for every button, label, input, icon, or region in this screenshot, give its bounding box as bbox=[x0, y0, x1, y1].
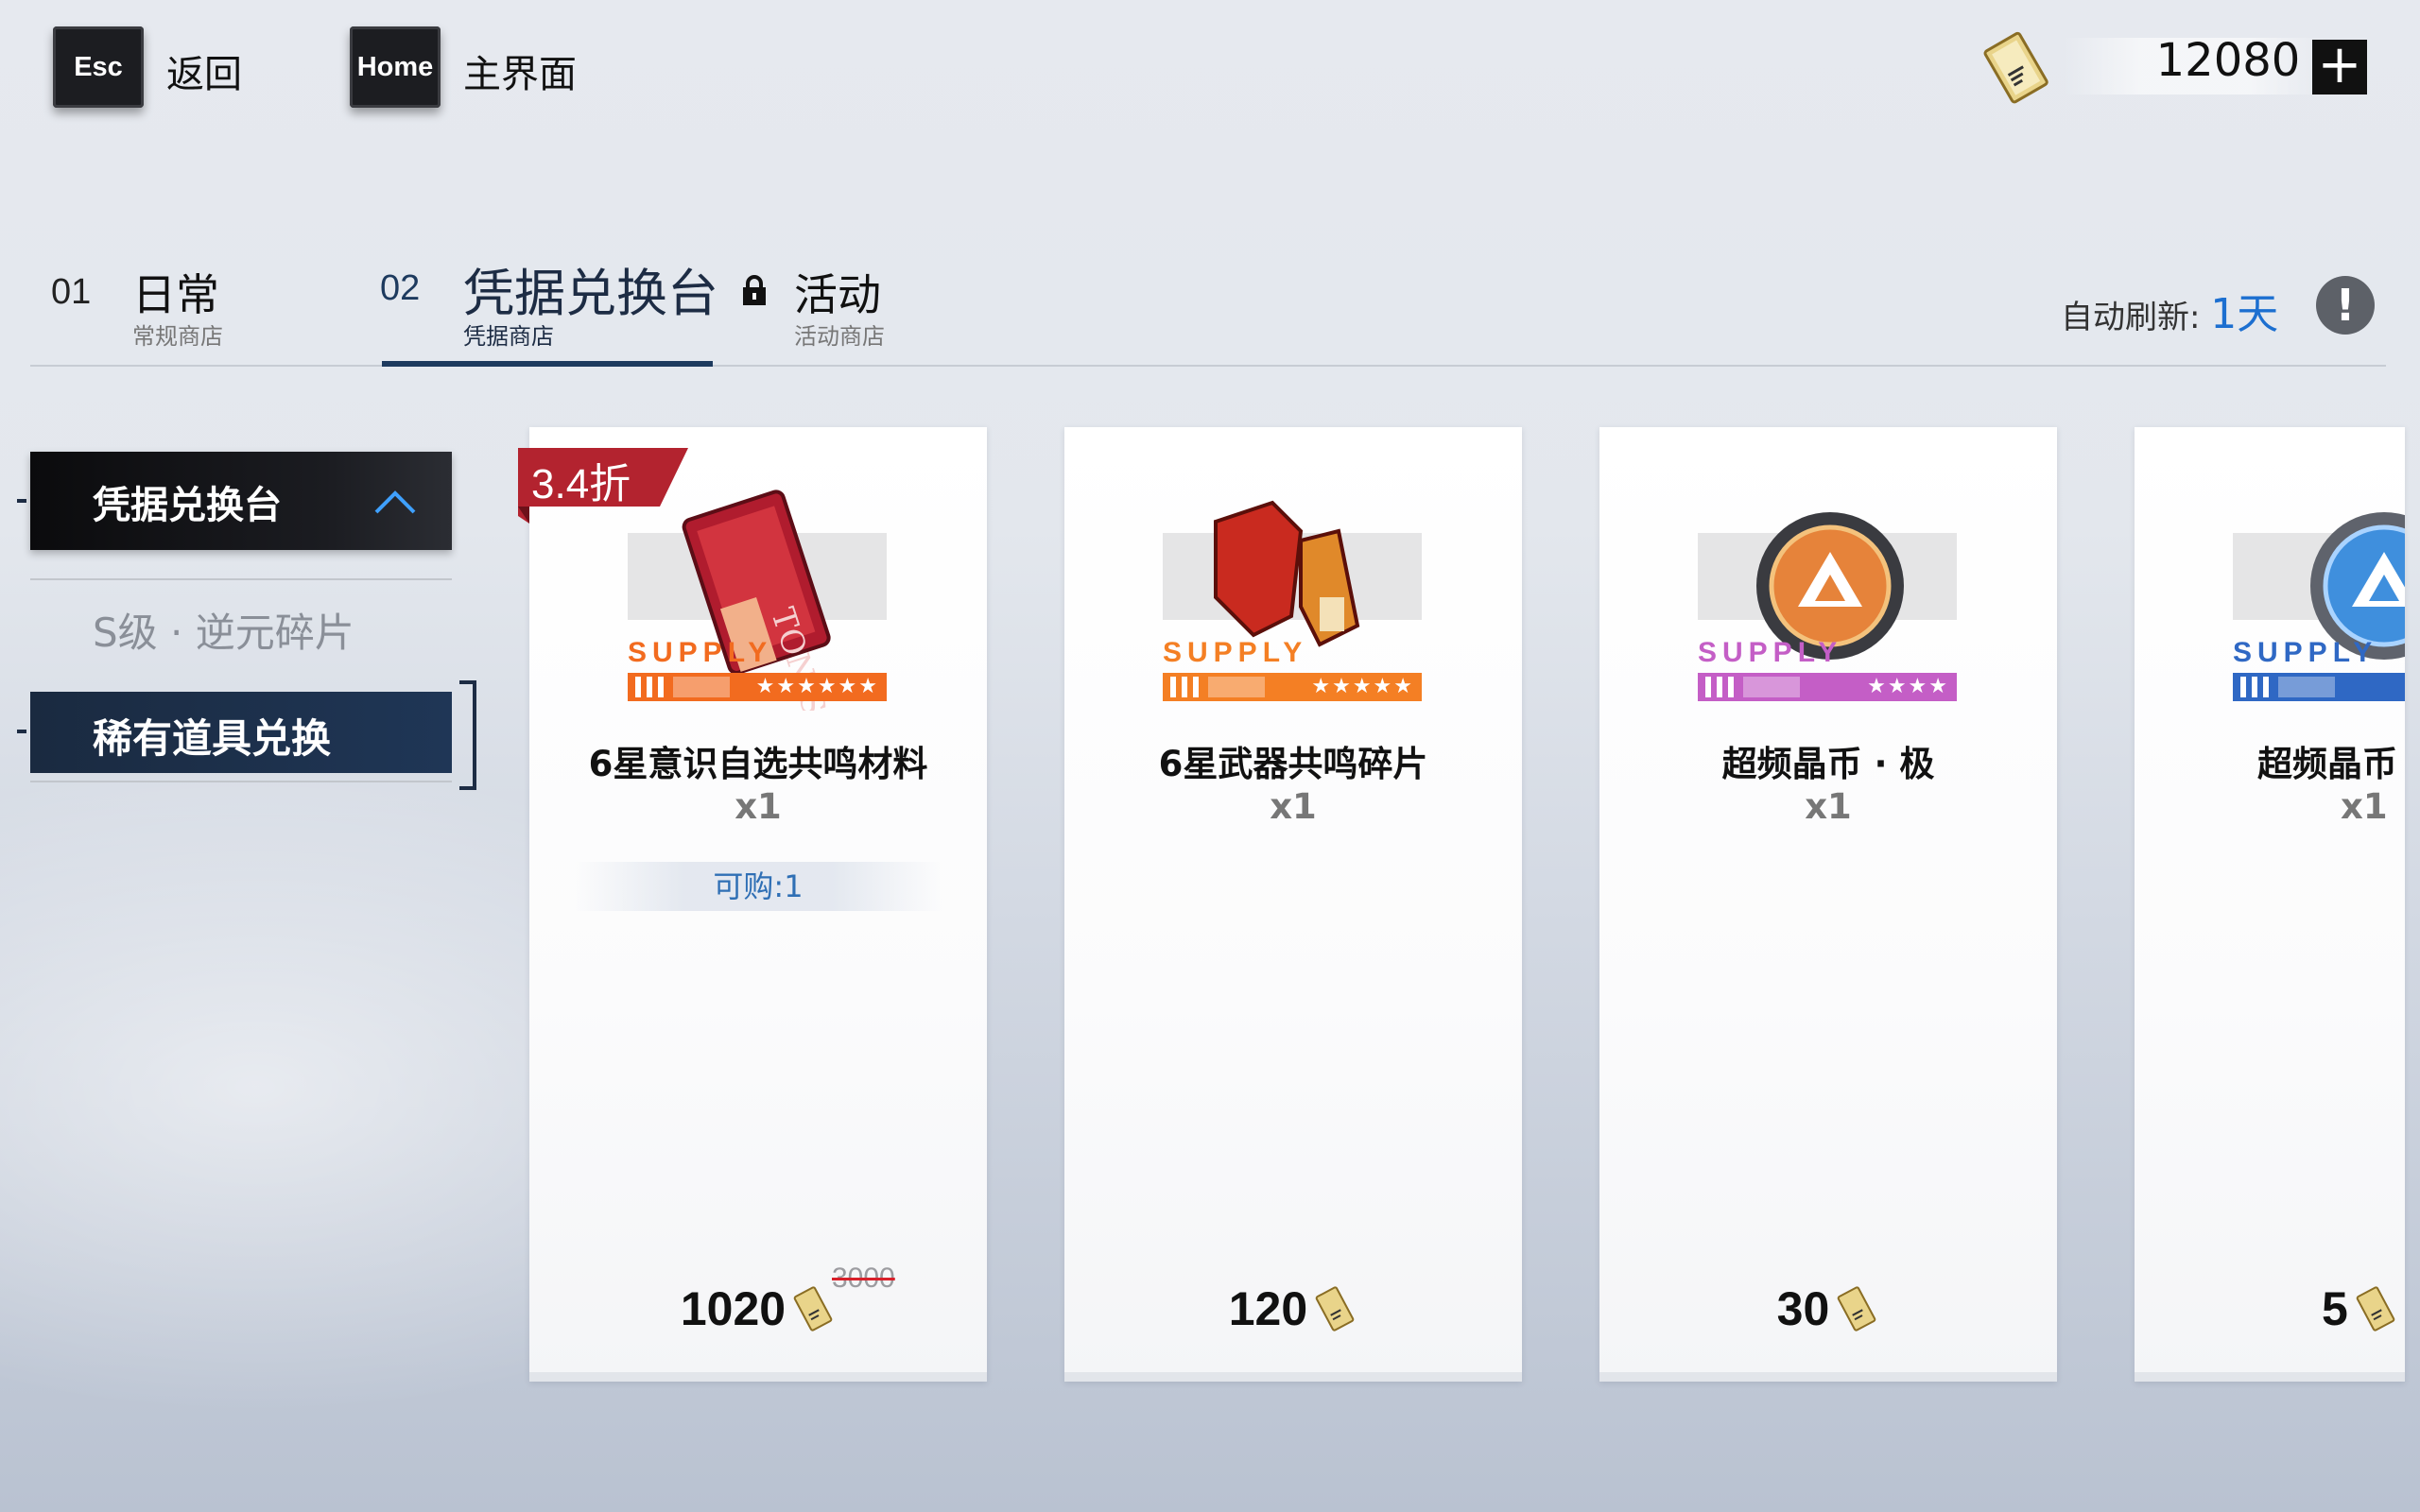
exclamation-icon[interactable]: ! bbox=[2316, 276, 2375, 335]
voucher-ticket-icon bbox=[1838, 1286, 1876, 1332]
tab-subtitle: 常规商店 bbox=[132, 323, 223, 350]
side-tick bbox=[17, 499, 26, 503]
price: 5 bbox=[2322, 1281, 2398, 1336]
supply-label: SUPPLY bbox=[628, 637, 773, 668]
sidebar-item-s-fragments[interactable]: S级 · 逆元碎片 bbox=[93, 601, 354, 659]
back-label[interactable]: 返回 bbox=[166, 43, 242, 98]
voucher-ticket-icon bbox=[1983, 31, 2048, 104]
rarity-bar: ★★★★★★ bbox=[628, 673, 887, 701]
esc-key-button[interactable]: Esc bbox=[53, 26, 144, 108]
item-name: 超频晶币 bbox=[2257, 744, 2397, 784]
active-tab-indicator bbox=[382, 361, 713, 367]
sidebar-group-label: 凭据兑换台 bbox=[93, 484, 282, 527]
stripe-pattern bbox=[2240, 677, 2335, 697]
price-value: 30 bbox=[1776, 1282, 1830, 1335]
product-card[interactable]: SUPPLY ★★★★ 超频晶币 · 极 x1 30 bbox=[1599, 427, 2057, 1382]
product-card[interactable]: TONISH SUPPLY ★★★★★★ 6星意识自选共鸣材料 x1 可购:1 … bbox=[529, 427, 987, 1382]
currency-value: 12080 bbox=[2155, 34, 2301, 87]
price: 30 bbox=[1599, 1281, 2057, 1336]
rarity-stars: ★★★★★★ bbox=[755, 675, 879, 698]
card-footer-strip bbox=[529, 1372, 987, 1382]
sidebar-divider bbox=[30, 578, 452, 580]
card-footer-strip bbox=[2135, 1372, 2405, 1382]
voucher-ticket-icon bbox=[1315, 1286, 1355, 1332]
currency-display: 12080 + bbox=[1978, 28, 2412, 104]
supply-label: SUPPLY bbox=[1163, 637, 1308, 668]
selection-bracket bbox=[459, 680, 476, 790]
refresh-value: 1天 bbox=[2210, 290, 2279, 338]
sidebar-item-rare-items[interactable]: 稀有道具兑换 bbox=[30, 692, 452, 773]
chevron-up-icon bbox=[374, 490, 416, 514]
tab-number: 02 bbox=[380, 268, 421, 308]
price-value: 5 bbox=[2322, 1282, 2348, 1335]
rarity-bar bbox=[2233, 673, 2405, 701]
tab-title: 活动 bbox=[794, 269, 881, 320]
stripe-pattern bbox=[1705, 677, 1800, 697]
item-quantity: x1 bbox=[1805, 786, 1852, 827]
item-name: 超频晶币 · 极 bbox=[1721, 744, 1935, 784]
rarity-bar: ★★★★ bbox=[1698, 673, 1957, 701]
sidebar-group-header[interactable]: 凭据兑换台 bbox=[30, 452, 452, 550]
tab-subtitle: 活动商店 bbox=[794, 323, 885, 350]
discount-label: 3.4折 bbox=[531, 461, 631, 507]
voucher-ticket-icon bbox=[793, 1286, 833, 1332]
lock-icon bbox=[743, 275, 766, 305]
item-quantity: x1 bbox=[2341, 786, 2388, 827]
refresh-label: 自动刷新: bbox=[2061, 299, 2201, 336]
side-tick bbox=[17, 730, 26, 733]
item-name: 6星武器共鸣碎片 bbox=[1158, 744, 1428, 784]
tab-number: 01 bbox=[51, 272, 92, 312]
item-name: 6星意识自选共鸣材料 bbox=[588, 744, 928, 784]
add-currency-button[interactable]: + bbox=[2312, 39, 2367, 94]
tab-subtitle: 凭据商店 bbox=[463, 323, 554, 350]
home-key-button[interactable]: Home bbox=[350, 26, 441, 108]
stripe-pattern bbox=[635, 677, 730, 697]
purchase-limit: 可购:1 bbox=[575, 862, 942, 911]
voucher-ticket-icon bbox=[2356, 1286, 2395, 1332]
auto-refresh: 自动刷新: 1天 bbox=[2061, 280, 2278, 340]
rarity-stars: ★★★★★ bbox=[1311, 675, 1414, 698]
price: 1020 bbox=[529, 1281, 987, 1336]
item-quantity: x1 bbox=[1270, 786, 1317, 827]
price: 120 bbox=[1064, 1281, 1522, 1336]
card-footer-strip bbox=[1599, 1372, 2057, 1382]
supply-label: SUPPLY bbox=[2233, 637, 2378, 668]
item-quantity: x1 bbox=[735, 786, 782, 827]
rarity-bar: ★★★★★ bbox=[1163, 673, 1422, 701]
stripe-pattern bbox=[1170, 677, 1265, 697]
tab-title: 日常 bbox=[132, 269, 219, 320]
supply-label: SUPPLY bbox=[1698, 637, 1843, 668]
price-value: 1020 bbox=[680, 1282, 786, 1335]
sidebar-divider bbox=[30, 781, 452, 782]
rarity-stars: ★★★★ bbox=[1867, 675, 1949, 698]
tab-title: 凭据兑换台 bbox=[463, 264, 718, 323]
home-label[interactable]: 主界面 bbox=[463, 43, 577, 98]
product-card[interactable]: SUPPLY 超频晶币 x1 5 bbox=[2135, 427, 2405, 1382]
card-footer-strip bbox=[1064, 1372, 1522, 1382]
price-value: 120 bbox=[1228, 1282, 1308, 1335]
product-card[interactable]: SUPPLY ★★★★★ 6星武器共鸣碎片 x1 120 bbox=[1064, 427, 1522, 1382]
sidebar-item-label: 稀有道具兑换 bbox=[93, 715, 332, 762]
